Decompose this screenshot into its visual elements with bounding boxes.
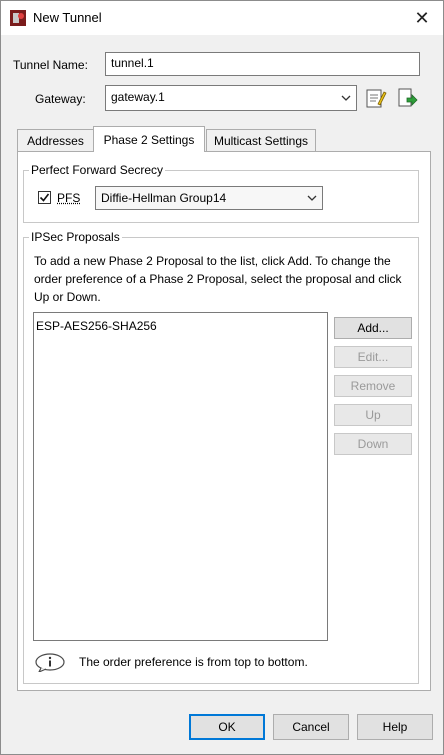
ipsec-proposals-list[interactable]: ESP-AES256-SHA256	[33, 312, 328, 641]
add-gateway-icon	[398, 88, 418, 107]
ipsec-proposals-description: To add a new Phase 2 Proposal to the lis…	[34, 254, 402, 304]
tunnel-name-input[interactable]: tunnel.1	[105, 52, 420, 76]
gateway-label: Gateway:	[35, 92, 86, 106]
chevron-down-icon	[302, 187, 322, 209]
pfs-group-title: Perfect Forward Secrecy	[29, 163, 166, 177]
help-button[interactable]: Help	[357, 714, 433, 740]
help-button-label: Help	[382, 720, 408, 734]
add-button-label: Add...	[357, 321, 389, 335]
ipsec-proposals-group-title: IPSec Proposals	[29, 230, 122, 244]
down-button[interactable]: Down	[334, 433, 412, 455]
cancel-button-label: Cancel	[292, 720, 330, 734]
add-button[interactable]: Add...	[334, 317, 412, 339]
up-button[interactable]: Up	[334, 404, 412, 426]
list-item[interactable]: ESP-AES256-SHA256	[36, 319, 157, 333]
title-bar: New Tunnel ✕	[1, 1, 443, 35]
tab-addresses[interactable]: Addresses	[17, 129, 94, 151]
app-icon	[10, 10, 26, 26]
pfs-checkbox-label[interactable]: PFS	[57, 191, 80, 205]
remove-button-label: Remove	[350, 379, 396, 393]
pfs-checkbox[interactable]	[38, 191, 51, 204]
tunnel-name-label: Tunnel Name:	[13, 58, 88, 72]
ok-button-label: OK	[218, 720, 236, 734]
tab-multicast-settings-label: Multicast Settings	[213, 133, 309, 148]
edit-button-label: Edit...	[357, 350, 389, 364]
gateway-select[interactable]: gateway.1	[105, 85, 357, 111]
info-icon	[35, 653, 65, 672]
up-button-label: Up	[365, 408, 381, 422]
tunnel-name-value: tunnel.1	[111, 56, 154, 70]
gateway-value: gateway.1	[111, 90, 165, 104]
edit-button[interactable]: Edit...	[334, 346, 412, 368]
dh-group-value: Diffie-Hellman Group14	[101, 191, 227, 205]
tab-phase-2-settings-label: Phase 2 Settings	[103, 132, 195, 147]
chevron-down-icon	[336, 86, 356, 110]
window-title: New Tunnel	[33, 10, 102, 25]
new-tunnel-dialog: New Tunnel ✕ Tunnel Name: tunnel.1 Gatew…	[0, 0, 444, 755]
cancel-button[interactable]: Cancel	[273, 714, 349, 740]
dh-group-select[interactable]: Diffie-Hellman Group14	[95, 186, 323, 210]
close-button[interactable]: ✕	[401, 1, 443, 35]
tab-multicast-settings[interactable]: Multicast Settings	[206, 129, 316, 151]
edit-gateway-icon	[366, 89, 387, 108]
add-gateway-button[interactable]	[396, 87, 418, 109]
edit-gateway-button[interactable]	[365, 87, 387, 109]
order-preference-note: The order preference is from top to bott…	[79, 655, 308, 669]
tab-phase-2-settings[interactable]: Phase 2 Settings	[93, 126, 205, 152]
down-button-label: Down	[357, 437, 389, 451]
remove-button[interactable]: Remove	[334, 375, 412, 397]
ok-button[interactable]: OK	[189, 714, 265, 740]
checkmark-icon	[39, 193, 50, 202]
close-icon: ✕	[414, 7, 430, 28]
tab-addresses-label: Addresses	[27, 133, 84, 148]
